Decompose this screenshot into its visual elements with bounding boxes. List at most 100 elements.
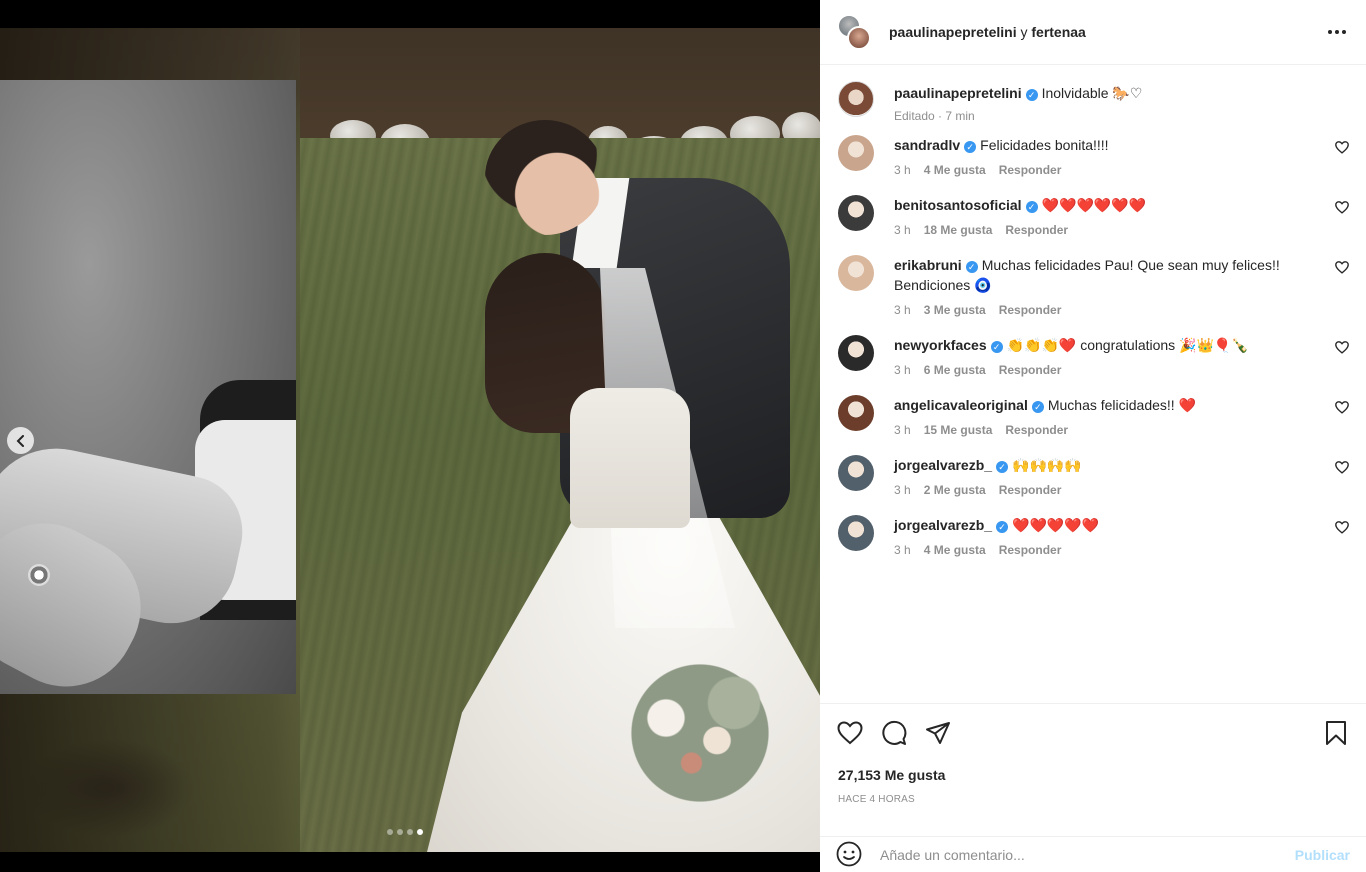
likes-count[interactable]: 27,153 Me gusta [838, 767, 945, 783]
bookmark-icon [1326, 721, 1346, 745]
verified-badge-icon: ✓ [964, 141, 977, 153]
author-link[interactable]: fertenaa [1031, 24, 1085, 40]
comment-text-line: erikabruni ✓ Muchas felicidades Pau! Que s… [894, 255, 1316, 295]
comment-username[interactable]: sandradlv [894, 137, 960, 153]
comment-likes[interactable]: 18 Me gusta [924, 223, 993, 237]
comment-likes[interactable]: 2 Me gusta [924, 483, 986, 497]
collab-avatars[interactable] [837, 14, 871, 50]
carousel-prev-button[interactable] [7, 427, 34, 454]
comment-item: jorgealvarezb_ ✓ 🙌🙌🙌🙌 3 h 2 Me gusta Respo… [836, 455, 1350, 497]
heart-outline-icon [1335, 461, 1349, 474]
avatar[interactable] [838, 455, 874, 491]
avatar[interactable] [838, 395, 874, 431]
comment-time[interactable]: 3 h [894, 543, 911, 557]
comment-likes[interactable]: 4 Me gusta [924, 543, 986, 557]
reply-button[interactable]: Responder [1005, 423, 1068, 437]
avatar[interactable] [838, 81, 874, 117]
bridal-bouquet [615, 658, 785, 808]
avatar[interactable] [838, 515, 874, 551]
save-button[interactable] [1322, 719, 1350, 747]
author-link[interactable]: paaulinapepretelini [889, 24, 1017, 40]
reply-button[interactable]: Responder [999, 303, 1062, 317]
avatar[interactable] [838, 135, 874, 171]
heart-outline-icon [1335, 521, 1349, 534]
comment-like-button[interactable] [1335, 141, 1349, 155]
comment-text-line: sandradlv ✓ Felicidades bonita!!!! [894, 135, 1316, 155]
bw-hands-inset [0, 80, 296, 694]
post-timestamp[interactable]: HACE 4 HORAS [838, 794, 915, 805]
caption-username[interactable]: paaulinapepretelini [894, 85, 1022, 101]
comment-likes[interactable]: 15 Me gusta [924, 423, 993, 437]
comment-likes[interactable]: 6 Me gusta [924, 363, 986, 377]
comment-text: Felicidades bonita!!!! [980, 137, 1109, 153]
comment-text-line: benitosantosoficial ✓ ❤️❤️❤️❤️❤️❤️ [894, 195, 1316, 215]
comment-meta: 3 h 18 Me gusta Responder [894, 223, 1316, 237]
more-options-button[interactable] [1326, 22, 1348, 42]
comment-item: erikabruni ✓ Muchas felicidades Pau! Que s… [836, 255, 1350, 317]
carousel-dot-active [417, 829, 423, 835]
emoji-picker-button[interactable] [836, 841, 864, 869]
avatar[interactable] [838, 335, 874, 371]
carousel-dot [387, 829, 393, 835]
comment-username[interactable]: jorgealvarezb_ [894, 517, 992, 533]
comment-body: benitosantosoficial ✓ ❤️❤️❤️❤️❤️❤️ 3 h 18 … [894, 195, 1350, 237]
comment-meta: 3 h 3 Me gusta Responder [894, 303, 1316, 317]
paper-plane-icon [926, 722, 950, 744]
reply-button[interactable]: Responder [999, 483, 1062, 497]
comment-input[interactable] [880, 846, 1295, 863]
reply-button[interactable]: Responder [999, 543, 1062, 557]
comment-meta: 3 h 4 Me gusta Responder [894, 543, 1316, 557]
comment-time[interactable]: 3 h [894, 363, 911, 377]
comment-username[interactable]: erikabruni [894, 257, 962, 273]
publish-button[interactable]: Publicar [1295, 847, 1350, 863]
comment-like-button[interactable] [1335, 401, 1349, 415]
comment-time[interactable]: 3 h [894, 483, 911, 497]
comment-entries: sandradlv ✓ Felicidades bonita!!!! 3 h 4 M… [836, 135, 1350, 557]
post-media [0, 0, 820, 872]
reply-button[interactable]: Responder [1005, 223, 1068, 237]
comment-button[interactable] [880, 719, 908, 747]
avatar[interactable] [838, 255, 874, 291]
comment-item: angelicavaleoriginal ✓ Muchas felicidades!… [836, 395, 1350, 437]
avatar[interactable] [838, 195, 874, 231]
groom-head [485, 120, 605, 235]
verified-badge-icon: ✓ [996, 461, 1009, 473]
comment-time[interactable]: 3 h [894, 223, 911, 237]
verified-badge-icon: ✓ [1031, 401, 1044, 413]
caption-meta: Editado · 7 min [894, 109, 1316, 123]
comment-username[interactable]: newyorkfaces [894, 337, 987, 353]
comment-username[interactable]: jorgealvarezb_ [894, 457, 992, 473]
comment-text-line: jorgealvarezb_ ✓ ❤️❤️❤️❤️❤️ [894, 515, 1316, 535]
verified-badge-icon: ✓ [996, 521, 1009, 533]
comment-body: erikabruni ✓ Muchas felicidades Pau! Que s… [894, 255, 1350, 317]
share-button[interactable] [924, 719, 952, 747]
comment-meta: 3 h 4 Me gusta Responder [894, 163, 1316, 177]
comment-likes[interactable]: 4 Me gusta [924, 163, 986, 177]
carousel-dot [397, 829, 403, 835]
comment-like-button[interactable] [1335, 521, 1349, 535]
comment-item: sandradlv ✓ Felicidades bonita!!!! 3 h 4 M… [836, 135, 1350, 177]
verified-badge-icon: ✓ [1025, 201, 1038, 213]
comment-like-button[interactable] [1335, 341, 1349, 355]
comment-bubble-icon [882, 720, 907, 745]
comment-like-button[interactable] [1335, 261, 1349, 275]
comment-username[interactable]: benitosantosoficial [894, 197, 1022, 213]
comment-meta: 3 h 2 Me gusta Responder [894, 483, 1316, 497]
comment-time[interactable]: 3 h [894, 163, 911, 177]
comment-body: jorgealvarezb_ ✓ 🙌🙌🙌🙌 3 h 2 Me gusta Respo… [894, 455, 1350, 497]
comment-text: 🙌🙌🙌🙌 [1012, 457, 1082, 473]
comment-likes[interactable]: 3 Me gusta [924, 303, 986, 317]
post-authors: paaulinapepretelini y fertenaa [889, 24, 1086, 40]
reply-button[interactable]: Responder [999, 363, 1062, 377]
reply-button[interactable]: Responder [999, 163, 1062, 177]
comment-time[interactable]: 3 h [894, 423, 911, 437]
comment-username[interactable]: angelicavaleoriginal [894, 397, 1028, 413]
chevron-left-icon [16, 434, 24, 447]
comments-list[interactable]: paaulinapepretelini ✓ Inolvidable 🐎♡ Edita… [820, 65, 1366, 702]
comment-item: benitosantosoficial ✓ ❤️❤️❤️❤️❤️❤️ 3 h 18 … [836, 195, 1350, 237]
comment-body: jorgealvarezb_ ✓ ❤️❤️❤️❤️❤️ 3 h 4 Me gusta… [894, 515, 1350, 557]
like-button[interactable] [836, 719, 864, 747]
comment-like-button[interactable] [1335, 201, 1349, 215]
comment-time[interactable]: 3 h [894, 303, 911, 317]
comment-like-button[interactable] [1335, 461, 1349, 475]
